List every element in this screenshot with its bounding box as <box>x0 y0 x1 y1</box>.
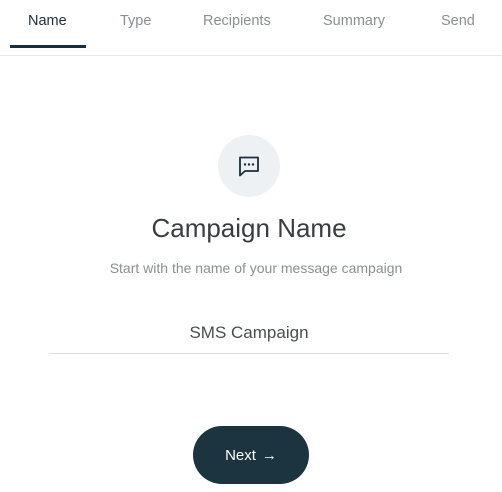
campaign-name-input[interactable] <box>49 312 449 354</box>
arrow-right-icon: → <box>261 446 277 464</box>
tab-summary[interactable]: Summary <box>323 13 385 29</box>
page-title: Campaign Name <box>151 213 347 243</box>
page-subtitle: Start with the name of your message camp… <box>109 260 403 276</box>
next-button[interactable]: Next → <box>193 426 309 484</box>
icon-badge <box>218 135 280 197</box>
tab-send[interactable]: Send <box>441 13 475 29</box>
step-tabs: Name Type Recipients Summary Send <box>0 0 502 56</box>
tab-recipients[interactable]: Recipients <box>203 13 271 29</box>
tab-type[interactable]: Type <box>120 13 151 29</box>
message-dots-icon <box>239 156 259 177</box>
next-button-label: Next <box>225 446 256 464</box>
active-tab-indicator <box>10 45 86 48</box>
tab-name[interactable]: Name <box>28 13 67 29</box>
